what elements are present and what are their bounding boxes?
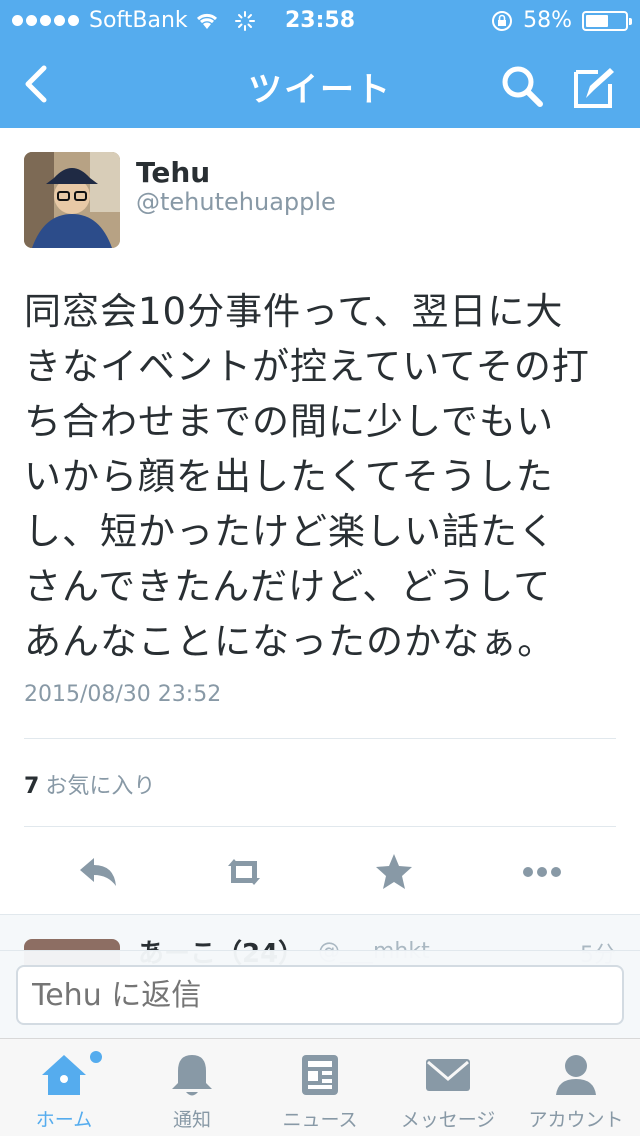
likes-number: 7 (24, 774, 40, 799)
more-options-icon[interactable] (518, 850, 566, 894)
compose-tweet-icon[interactable] (570, 62, 618, 110)
tab-label: メッセージ (400, 1109, 496, 1131)
nav-bar: ツイート (0, 40, 640, 128)
rotation-lock-icon (492, 10, 513, 31)
status-bar: SoftBank 23:58 58% (0, 0, 640, 40)
notification-dot (90, 1051, 102, 1063)
status-right: 58% (491, 8, 632, 33)
tweet-line: いから顔を出したくてそうした (24, 455, 554, 498)
divider (24, 738, 616, 739)
tweet-author[interactable]: Tehu @tehutehuapple (24, 152, 616, 252)
likes-count[interactable]: 7 お気に入り (24, 768, 155, 800)
tweet-timestamp: 2015/08/30 23:52 (24, 682, 222, 707)
tab-home[interactable]: ホーム (0, 1039, 128, 1136)
tweet-line: ち合わせまでの間に少しでもい (24, 400, 555, 443)
tweet-line: きなイベントが控えていてその打 (24, 345, 590, 388)
bell-icon (172, 1055, 212, 1096)
avatar[interactable] (24, 152, 120, 248)
likes-label: お気に入り (45, 774, 156, 799)
battery-icon (582, 10, 632, 31)
tweet-line: 同窓会10分事件って、翌日に大 (24, 290, 564, 333)
tweet-text: 同窓会10分事件って、翌日に大 きなイベントが控えていてその打 ち合わせまでの間… (24, 284, 624, 669)
search-icon[interactable] (498, 62, 546, 110)
news-icon (302, 1055, 338, 1095)
tab-news[interactable]: ニュース (256, 1039, 384, 1136)
tweet-actions (0, 842, 640, 902)
divider (24, 826, 616, 827)
reply-icon[interactable] (74, 850, 122, 894)
retweet-icon[interactable] (220, 850, 268, 894)
tab-bar: ホーム 通知 ニュース メッセージ アカウント (0, 1038, 640, 1136)
tab-account[interactable]: アカウント (512, 1039, 640, 1136)
tab-label: ホーム (35, 1109, 93, 1131)
tab-label: 通知 (172, 1109, 211, 1131)
tab-notifications[interactable]: 通知 (128, 1039, 256, 1136)
author-name[interactable]: Tehu (136, 156, 210, 189)
tweet-line: し、短かったけど楽しい話たく (24, 510, 556, 553)
avatar-image (24, 152, 120, 248)
tweet-line: さんできたんだけど、どうして (24, 565, 552, 608)
home-icon (42, 1055, 86, 1095)
author-handle[interactable]: @tehutehuapple (136, 188, 336, 216)
envelope-icon (426, 1059, 470, 1091)
tab-label: ニュース (282, 1109, 358, 1131)
tweet-line: あんなことになったのかなぁ。 (24, 620, 556, 663)
battery-percent: 58% (523, 8, 572, 33)
favorite-star-icon[interactable] (370, 850, 418, 894)
top-bar: SoftBank 23:58 58% ツイート (0, 0, 640, 128)
reply-composer (0, 950, 640, 1038)
person-icon (556, 1055, 596, 1095)
tab-label: アカウント (528, 1109, 624, 1131)
reply-input[interactable] (16, 965, 624, 1025)
tab-messages[interactable]: メッセージ (384, 1039, 512, 1136)
